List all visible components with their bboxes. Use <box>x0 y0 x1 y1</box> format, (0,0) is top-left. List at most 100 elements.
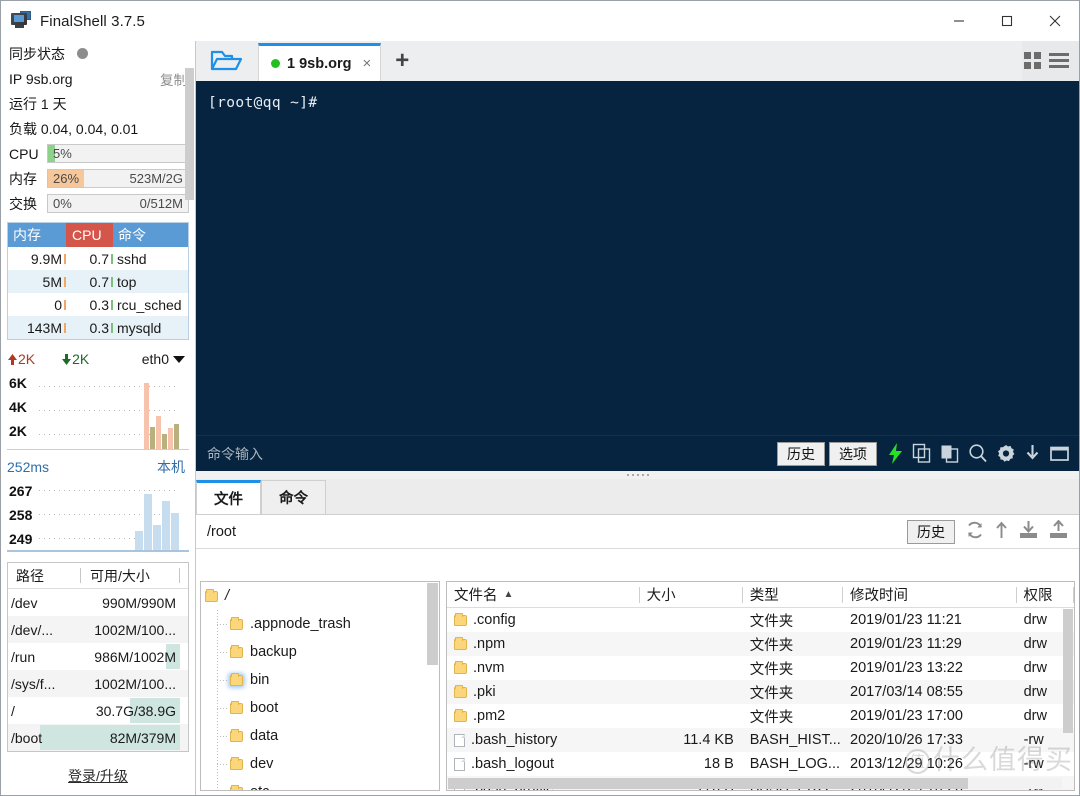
process-header-memory[interactable]: 内存 <box>8 223 66 247</box>
terminal-output[interactable]: [root@qq ~]# 命令输入 历史 选项 <box>196 81 1079 471</box>
disk-header-size[interactable]: 可用/大小 <box>81 566 179 586</box>
search-icon[interactable] <box>968 443 988 464</box>
disk-row[interactable]: /run 986M/1002M <box>8 643 188 670</box>
upload-file-icon[interactable] <box>1048 519 1069 543</box>
session-tab[interactable]: 1 9sb.org × <box>258 43 382 81</box>
new-tab-button[interactable]: + <box>381 41 423 81</box>
file-toolbar <box>959 519 1079 543</box>
tab-files[interactable]: 文件 <box>196 480 261 514</box>
grid-view-icon[interactable] <box>1022 49 1044 74</box>
column-header-modified[interactable]: 修改时间 <box>843 582 1017 608</box>
copy-ip-button[interactable]: 复制 <box>160 69 187 89</box>
ip-row: IP 9sb.org 复制 <box>1 66 195 91</box>
file-row[interactable]: .pm2 文件夹 2019/01/23 17:00 drw <box>447 704 1074 728</box>
memory-meter-label: 内存 <box>9 170 37 187</box>
disk-size: 1002M/100... <box>94 621 176 638</box>
window-icon[interactable] <box>1049 443 1070 464</box>
tree-node[interactable]: boot <box>201 694 439 722</box>
column-header-type[interactable]: 类型 <box>743 582 844 608</box>
disk-row[interactable]: /dev/... 1002M/100... <box>8 616 188 643</box>
file-icon <box>454 757 465 771</box>
file-row[interactable]: .config 文件夹 2019/01/23 11:21 drw <box>447 608 1074 632</box>
terminal-history-button[interactable]: 历史 <box>777 441 825 466</box>
process-memory: 9.9M <box>8 251 66 267</box>
tab-commands[interactable]: 命令 <box>261 480 326 514</box>
file-row[interactable]: .pki 文件夹 2017/03/14 08:55 drw <box>447 680 1074 704</box>
network-plot-area <box>39 376 179 449</box>
close-button[interactable] <box>1031 1 1079 41</box>
terminal-options-button[interactable]: 选项 <box>829 441 877 466</box>
network-graph-panel: 2K 2K eth0 6K 4K 2K <box>7 348 189 450</box>
lightning-icon[interactable] <box>887 443 904 464</box>
chevron-down-icon <box>173 356 185 363</box>
tree-node-root[interactable]: / <box>201 582 439 610</box>
minimize-button[interactable] <box>935 1 983 41</box>
path-bar: /root 历史 <box>196 515 1079 549</box>
tree-node[interactable]: backup <box>201 638 439 666</box>
file-row[interactable]: .bash_history 11.4 KB BASH_HIST... 2020/10/… <box>447 728 1074 752</box>
process-row[interactable]: 9.9M 0.7 sshd <box>8 247 188 270</box>
list-view-icon[interactable] <box>1047 49 1071 74</box>
tab-close-icon[interactable]: × <box>362 55 371 72</box>
process-header-cpu[interactable]: CPU <box>66 223 113 247</box>
process-row[interactable]: 0 0.3 rcu_sched <box>8 293 188 316</box>
network-interface-select[interactable]: eth0 <box>142 351 189 367</box>
command-input[interactable]: 命令输入 <box>196 444 777 464</box>
tree-node[interactable]: data <box>201 722 439 750</box>
file-type: 文件夹 <box>749 637 794 654</box>
disk-row[interactable]: /boot 82M/379M <box>8 724 188 751</box>
column-header-size[interactable]: 大小 <box>640 582 743 608</box>
ping-plot-area <box>39 484 179 550</box>
file-list-scrollbar[interactable] <box>1063 609 1073 776</box>
disk-row[interactable]: /dev 990M/990M <box>8 589 188 616</box>
swap-meter-row: 交换 0% 0/512M <box>1 191 195 216</box>
maximize-button[interactable] <box>983 1 1031 41</box>
swap-percent: 0% <box>53 196 72 211</box>
process-row[interactable]: 5M 0.7 top <box>8 270 188 293</box>
file-row[interactable]: .npm 文件夹 2019/01/23 11:29 drw <box>447 632 1074 656</box>
go-up-icon[interactable] <box>994 520 1009 543</box>
disk-header-path[interactable]: 路径 <box>8 566 80 586</box>
tree-node[interactable]: bin <box>201 666 439 694</box>
disk-row[interactable]: /sys/f... 1002M/100... <box>8 670 188 697</box>
path-history-button[interactable]: 历史 <box>907 519 955 544</box>
process-row[interactable]: 143M 0.3 mysqld <box>8 316 188 339</box>
tree-node[interactable]: etc <box>201 778 439 790</box>
ping-bar <box>153 525 161 550</box>
download-file-icon[interactable] <box>1018 520 1039 543</box>
tree-node[interactable]: .appnode_trash <box>201 610 439 638</box>
paste-files-icon[interactable] <box>940 443 960 464</box>
tree-scrollbar[interactable] <box>427 583 438 789</box>
file-name: .pm2 <box>447 708 640 724</box>
disk-path: / <box>11 702 15 719</box>
network-y-axis: 6K 4K 2K <box>9 372 27 444</box>
gear-icon[interactable] <box>996 443 1016 464</box>
panel-splitter[interactable] <box>196 471 1079 479</box>
process-memory: 5M <box>8 274 66 290</box>
download-icon[interactable] <box>1024 443 1041 464</box>
open-folder-icon[interactable] <box>196 41 258 81</box>
finalshell-window: FinalShell 3.7.5 同步状态 IP 9sb.org 复制 运行 1… <box>0 0 1080 796</box>
file-list[interactable]: 文件名 ▲ 大小 类型 修改时间 权限 .config 文件夹 2019/01/23… <box>446 581 1075 791</box>
tree-node-label: data <box>250 728 279 744</box>
refresh-icon[interactable] <box>965 520 985 543</box>
disk-row[interactable]: / 30.7G/38.9G <box>8 697 188 724</box>
file-row[interactable]: .bash_logout 18 B BASH_LOG... 2013/12/29 10… <box>447 752 1074 776</box>
tree-node-label: bin <box>250 672 270 688</box>
process-memory: 0 <box>8 297 66 313</box>
folder-icon <box>230 616 243 630</box>
file-name: .bash_history <box>447 732 640 748</box>
tree-node[interactable]: dev <box>201 750 439 778</box>
process-header-command[interactable]: 命令 <box>113 223 188 247</box>
session-tab-label: 1 9sb.org <box>287 55 352 72</box>
login-upgrade-link[interactable]: 登录/升级 <box>1 766 195 786</box>
directory-tree[interactable]: / .appnode_trashbackupbinbootdatadevetch… <box>200 581 440 791</box>
file-list-hscrollbar[interactable] <box>448 778 1062 789</box>
path-input[interactable]: /root <box>196 524 907 540</box>
network-chart: 6K 4K 2K <box>7 372 189 450</box>
copy-files-icon[interactable] <box>912 443 932 464</box>
column-header-name[interactable]: 文件名 ▲ <box>447 582 640 608</box>
file-row[interactable]: .nvm 文件夹 2019/01/23 13:22 drw <box>447 656 1074 680</box>
column-header-permissions[interactable]: 权限 <box>1017 582 1074 608</box>
uptime-row: 运行 1 天 <box>1 91 195 116</box>
